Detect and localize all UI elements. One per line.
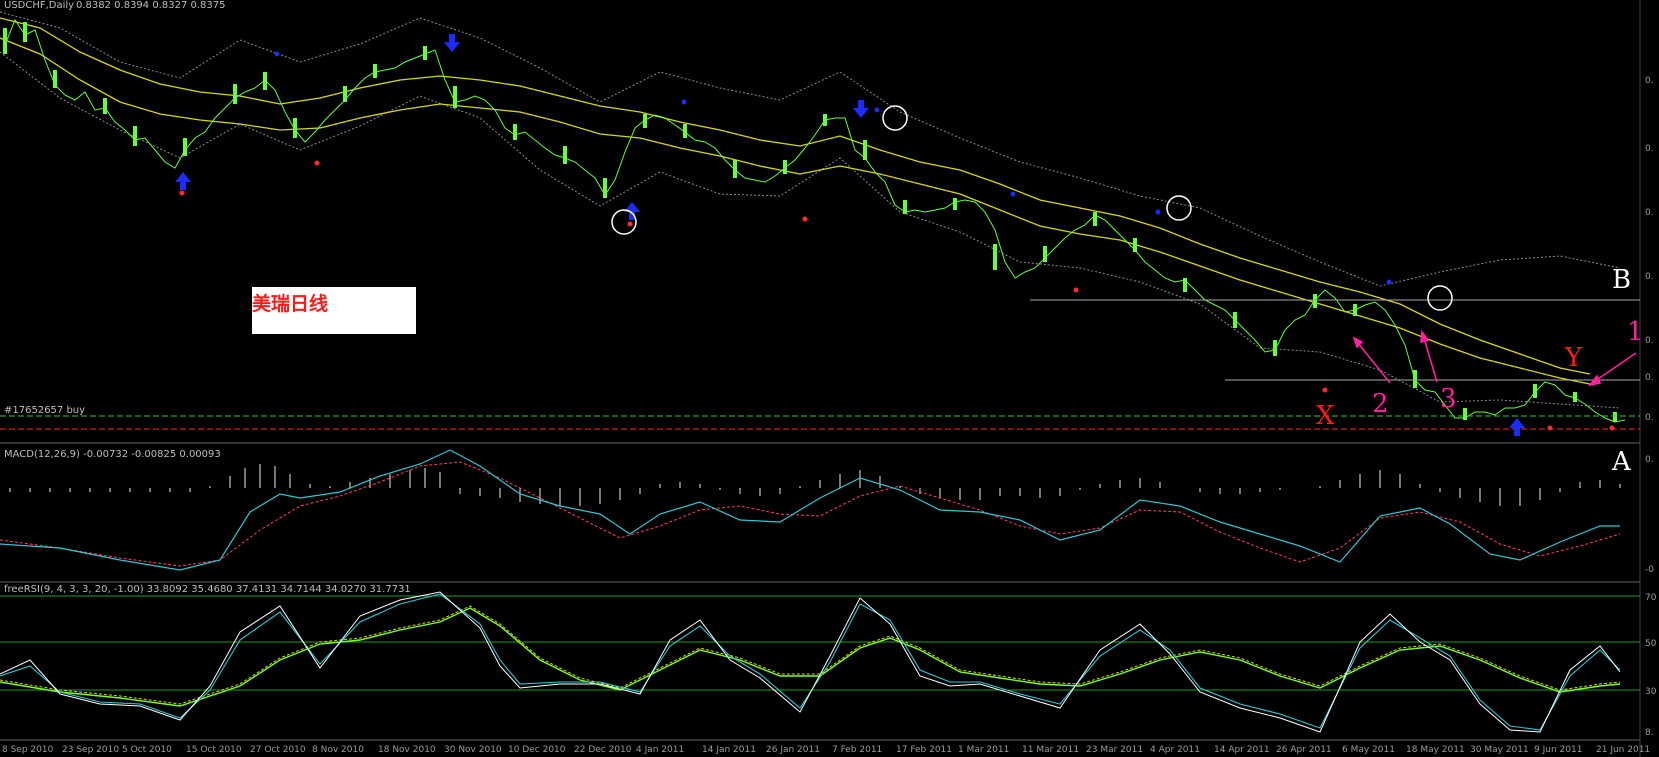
svg-text:23 Sep 2010: 23 Sep 2010 [62,745,119,755]
svg-text:-0: -0 [1645,565,1654,575]
svg-text:4 Apr 2011: 4 Apr 2011 [1150,745,1200,755]
svg-text:30 Nov 2010: 30 Nov 2010 [444,745,502,755]
svg-text:26 Apr 2011: 26 Apr 2011 [1276,745,1332,755]
marker-x: X [1316,401,1335,431]
svg-text:18 May 2011: 18 May 2011 [1406,745,1465,755]
svg-text:21 Jun 2011: 21 Jun 2011 [1596,745,1650,755]
chart-window[interactable]: 0. 0. 0. 0. 0. 0. 0. 0. -0 70 50 30 8. X… [0,0,1659,757]
svg-text:14 Jan 2011: 14 Jan 2011 [702,745,756,755]
marker-3: 3 [1440,384,1457,414]
svg-text:1 Mar 2011: 1 Mar 2011 [958,745,1009,755]
marker-1: 1 [1627,317,1644,347]
svg-text:0.: 0. [1645,455,1654,465]
svg-text:4 Jan 2011: 4 Jan 2011 [636,745,684,755]
svg-text:22 Dec 2010: 22 Dec 2010 [574,745,632,755]
svg-text:26 Jan 2011: 26 Jan 2011 [766,745,820,755]
svg-text:30 May 2011: 30 May 2011 [1470,745,1529,755]
svg-text:0.: 0. [1645,373,1654,383]
svg-text:0.: 0. [1645,413,1654,423]
svg-text:8.: 8. [1645,728,1654,738]
svg-text:8 Sep 2010: 8 Sep 2010 [2,745,54,755]
marker-2: 2 [1372,389,1389,419]
svg-text:6 May 2011: 6 May 2011 [1342,745,1395,755]
marker-y: Y [1564,343,1583,373]
macd-header: MACD(12,26,9) -0.00732 -0.00825 0.00093 [4,449,221,460]
svg-text:0.: 0. [1645,144,1654,154]
svg-text:50: 50 [1645,639,1657,649]
svg-text:0.: 0. [1645,336,1654,346]
svg-text:15 Oct 2010: 15 Oct 2010 [186,745,242,755]
header-values: 0.8382 0.8394 0.8327 0.8375 [76,0,226,11]
marker-b: B [1612,265,1631,295]
order-label: #17652657 buy [4,405,85,416]
rsi-header: freeRSI(9, 4, 3, 3, 20, -1.00) 33.8092 3… [4,584,411,595]
svg-text:18 Nov 2010: 18 Nov 2010 [378,745,436,755]
svg-text:27 Oct 2010: 27 Oct 2010 [250,745,306,755]
svg-text:23 Mar 2011: 23 Mar 2011 [1086,745,1143,755]
symbol-header: USDCHF,Daily [4,0,74,11]
svg-text:8 Nov 2010: 8 Nov 2010 [312,745,364,755]
svg-text:0.: 0. [1645,272,1654,282]
svg-text:10 Dec 2010: 10 Dec 2010 [508,745,566,755]
svg-text:70: 70 [1645,593,1657,603]
svg-text:9 Jun 2011: 9 Jun 2011 [1534,745,1582,755]
note-label: 美瑞日线 [252,293,329,315]
svg-text:17 Feb 2011: 17 Feb 2011 [896,745,952,755]
svg-text:0.: 0. [1645,208,1654,218]
svg-text:14 Apr 2011: 14 Apr 2011 [1214,745,1270,755]
note-box: 美瑞日线 [252,287,416,334]
svg-text:7 Feb 2011: 7 Feb 2011 [832,745,882,755]
svg-text:5 Oct 2010: 5 Oct 2010 [122,745,172,755]
svg-text:30: 30 [1645,687,1657,697]
svg-text:0.: 0. [1645,76,1654,86]
marker-a: A [1611,447,1632,477]
svg-text:11 Mar 2011: 11 Mar 2011 [1022,745,1079,755]
